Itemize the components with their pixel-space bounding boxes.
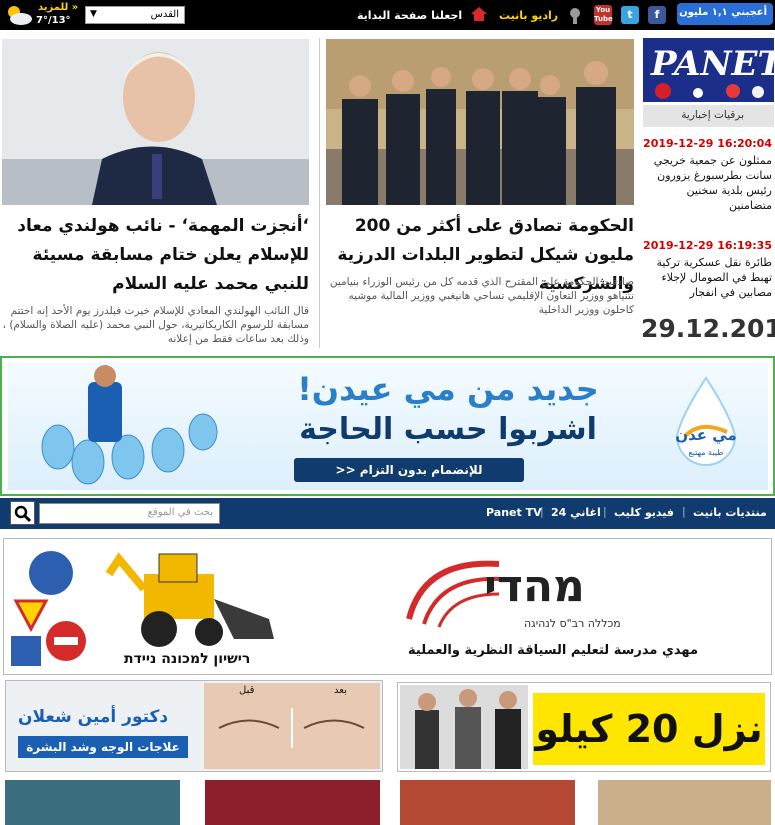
twitter-icon[interactable]: t xyxy=(621,6,639,24)
chevron-down-icon: ▼ xyxy=(90,9,97,19)
news-ticker-title: برقيات إخبارية xyxy=(681,109,744,121)
diet-ad-panel: نزل 20 كيلو xyxy=(533,693,765,765)
diet-ad-text: نزل 20 كيلو xyxy=(535,707,763,751)
make-homepage-link[interactable]: اجعلنا صفحة البداية xyxy=(357,9,462,22)
search-icon xyxy=(14,505,32,523)
driving-school-ad[interactable]: רישיון למכונה ניידת מהדי מכללה רב"ס לנהי… xyxy=(3,538,772,675)
story1-summary: صادقت الحكومة على المقترح الذي قدمه كل م… xyxy=(329,276,634,316)
main-content: PANET برقيات إخبارية 16:20:04 2019-12-29… xyxy=(0,30,775,825)
doctor-desc-box: علاجات الوجه وشد البشرة xyxy=(18,736,188,758)
facebook-icon[interactable]: f xyxy=(648,6,666,24)
story1-image[interactable] xyxy=(326,39,634,205)
weather-cloud-icon xyxy=(8,6,32,25)
christmas-ornament-icon xyxy=(655,83,764,99)
water-ad-cta[interactable]: للإنضمام بدون التزام << xyxy=(294,458,524,482)
before-label: قبل xyxy=(239,685,255,696)
diet-ad[interactable]: نزل 20 كيلو xyxy=(397,682,771,772)
weather-more-link[interactable]: للمزيد » xyxy=(38,2,78,13)
story2-image[interactable] xyxy=(2,39,309,205)
water-ad-line1: جديد من مي عيدن! xyxy=(297,370,599,408)
search-placeholder: بحث في الموقع xyxy=(147,507,213,518)
driving-brand-sub: מכללה רב"ס לנהיגה xyxy=(524,617,621,630)
story1-photo-icon xyxy=(326,39,634,205)
driving-brand-name: מהדי xyxy=(484,561,585,612)
news-ticker-header: برقيات إخبارية xyxy=(643,105,774,127)
radio-link[interactable]: راديو بانيت xyxy=(499,9,558,22)
youtube-icon[interactable]: You Tube xyxy=(594,5,613,25)
backhoe-loader-icon xyxy=(105,552,274,647)
radio-icon[interactable] xyxy=(564,5,586,25)
column-divider xyxy=(319,38,320,348)
story2-headline[interactable]: ‘أنجزت المهمة‘ - نائب هولندي معاد للإسلا… xyxy=(2,212,309,299)
water-brand-logo: مي عدن طيبة مهتبع xyxy=(666,376,746,476)
nav-item-songs-24[interactable]: اغاني 24 xyxy=(551,506,601,519)
eye-icon xyxy=(218,708,365,748)
doctor-ad[interactable]: بعد قبل دكتور أمين شعلان علاجات الوجه وش… xyxy=(5,680,383,772)
doctor-name: دكتور أمين شعلان xyxy=(18,707,169,727)
facebook-like-button[interactable]: أعجبني ١,١ مليون xyxy=(677,3,773,25)
water-ad-line2: اشربوا حسب الحاجة xyxy=(299,412,597,447)
ticker-item[interactable]: 16:19:35 2019-12-29 طائرة نقل عسكرية ترك… xyxy=(642,239,772,300)
story2-photo-icon xyxy=(2,39,309,205)
ticker-time: 16:19:35 2019-12-29 xyxy=(643,239,772,252)
search-input[interactable]: بحث في الموقع xyxy=(39,503,220,524)
video-thumbnail[interactable] xyxy=(205,780,380,825)
like-count: أعجبني ١,١ مليون xyxy=(679,7,767,18)
weather-temperature: 7°/13° xyxy=(36,15,71,26)
ticker-item[interactable]: 16:20:04 2019-12-29 ممثلون عن جمعية خريج… xyxy=(642,137,772,213)
ticker-time: 16:20:04 2019-12-29 xyxy=(643,137,772,150)
ticker-text: ممثلون عن جمعية خريجي سانت بطرسبورغ يزور… xyxy=(653,154,772,212)
home-icon xyxy=(471,7,487,21)
road-signs-icon xyxy=(11,551,86,666)
city-select-value: القدس xyxy=(150,9,179,20)
driving-tagline: مهدي مدرسة لتعليم السياقة النظرية والعمل… xyxy=(408,643,699,658)
water-brand-name: مي عدن xyxy=(675,426,737,444)
city-select[interactable]: ▼ القدس xyxy=(85,6,185,24)
search-button[interactable] xyxy=(10,501,35,525)
doctor-desc: علاجات الوجه وشد البشرة xyxy=(26,740,180,754)
nav-item-panet-tv[interactable]: Panet TV xyxy=(486,506,542,519)
drummer-illustration-icon xyxy=(41,365,218,485)
nav-separator: | xyxy=(603,505,607,518)
youtube-label: You Tube xyxy=(594,6,613,23)
water-ad-banner[interactable]: جديد من مي عيدن! اشربوا حسب الحاجة للإنض… xyxy=(0,356,775,496)
water-brand-sub: طيبة مهتبع xyxy=(688,448,724,457)
nav-item-forums[interactable]: منتديات بانيت xyxy=(693,506,767,519)
water-drop-icon xyxy=(675,376,737,466)
ticker-text: طائرة نقل عسكرية تركية تهبط في الصومال ل… xyxy=(656,256,772,299)
ticker-date: 29.12.2019 xyxy=(641,314,775,343)
panet-logo[interactable]: PANET xyxy=(643,38,775,102)
story2-summary: قال النائب الهولندي المعادي للإسلام خيرت… xyxy=(2,305,309,345)
before-after-panel: بعد قبل xyxy=(204,683,380,769)
nav-separator: | xyxy=(682,505,686,518)
water-ad-cta-label: للإنضمام بدون التزام << xyxy=(335,463,483,477)
video-thumbnail[interactable] xyxy=(400,780,575,825)
driving-license-label: רישיון למכונה ניידת xyxy=(124,651,251,667)
video-thumbnail[interactable] xyxy=(598,780,771,825)
diet-people-icon xyxy=(400,685,528,769)
video-thumbnail[interactable] xyxy=(5,780,180,825)
after-label: بعد xyxy=(334,685,347,696)
top-bar: للمزيد » 7°/13° ▼ القدس اجعلنا صفحة البد… xyxy=(0,0,775,30)
nav-bar: منتديات بانيت | فيديو كليب | اغاني 24 | … xyxy=(0,498,775,529)
nav-item-video-clip[interactable]: فيديو كليب xyxy=(614,506,674,519)
